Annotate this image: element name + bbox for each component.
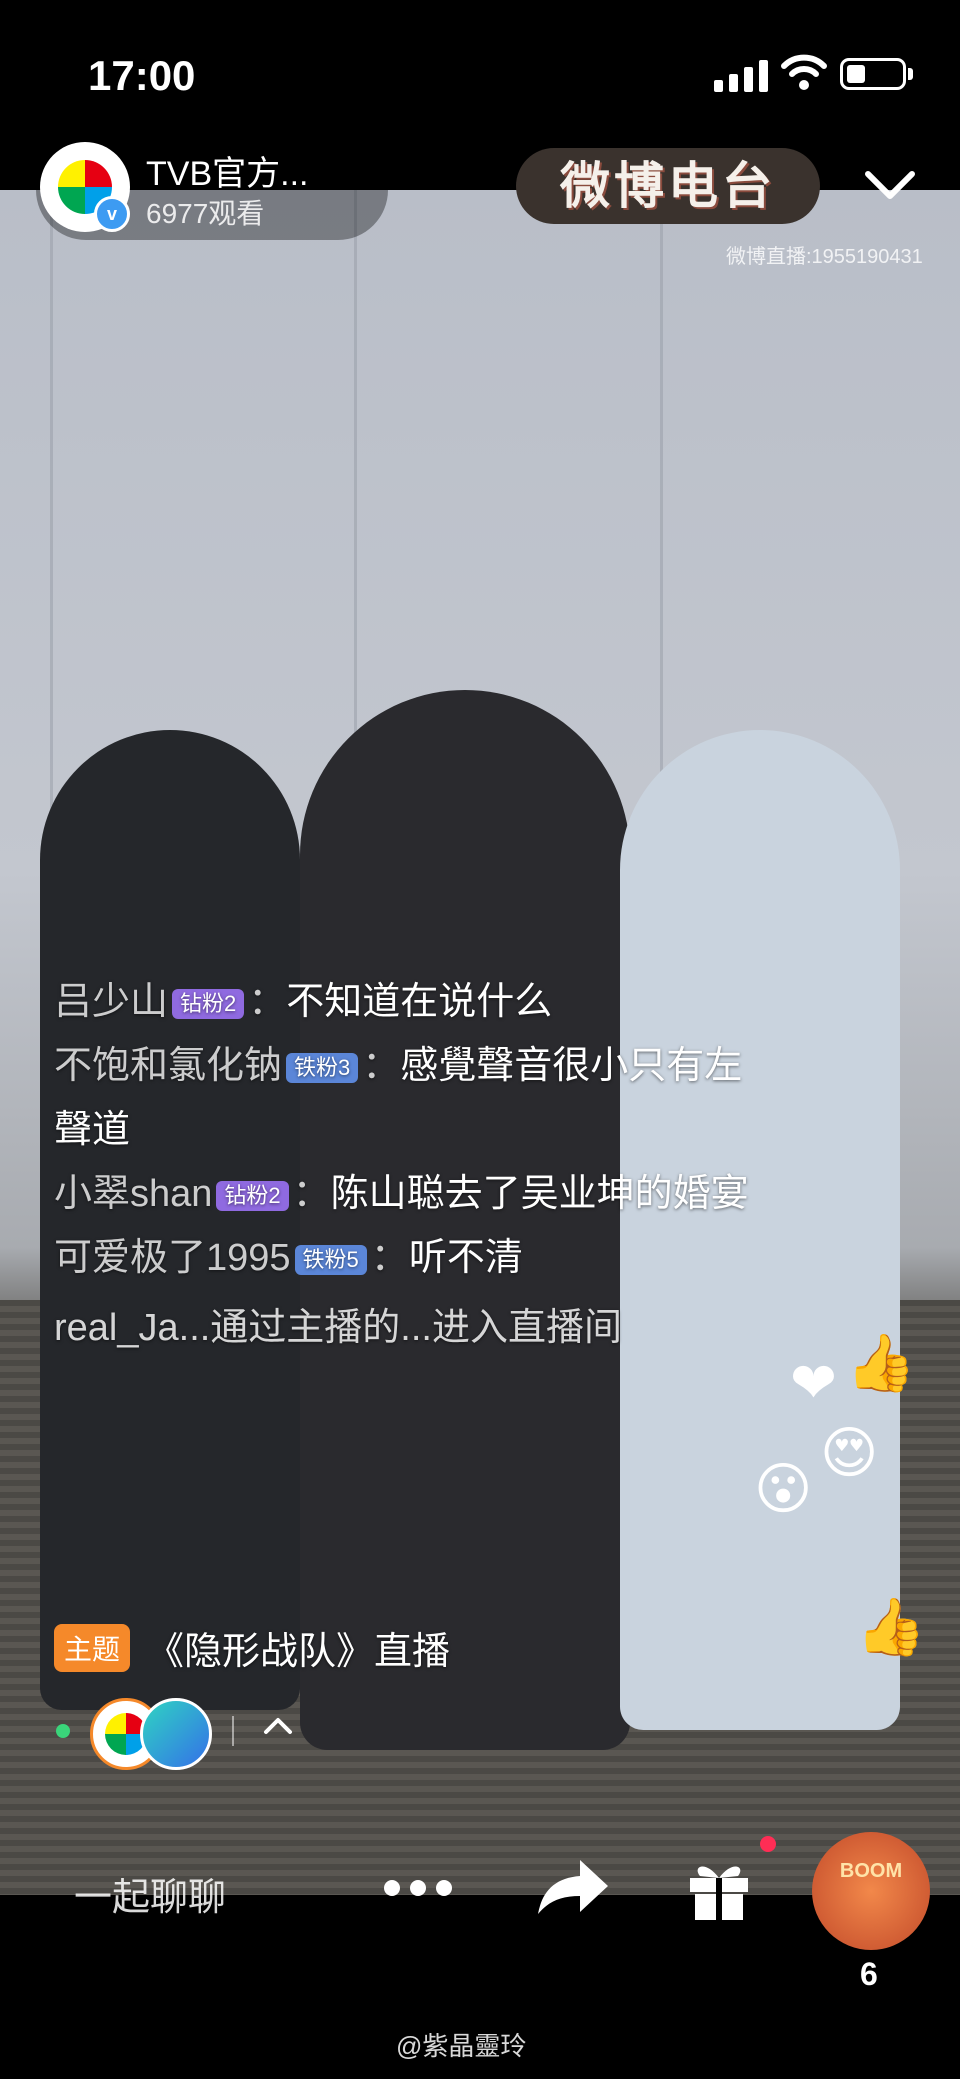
fan-badge: 铁粉5 xyxy=(294,1244,367,1275)
system-message: real_Ja...通过主播的...进入直播间 xyxy=(54,1307,622,1349)
comment-item: 可爱极了1995 铁粉5 ：听不清 xyxy=(54,1237,523,1279)
cellular-signal-icon xyxy=(714,58,768,92)
battery-icon xyxy=(840,58,906,90)
comment-username[interactable]: 小翠shan xyxy=(54,1173,212,1215)
comment-item: 不饱和氯化钠 铁粉3 ：感覺聲音很小只有左聲道 xyxy=(54,1045,743,1151)
online-indicator xyxy=(56,1724,70,1738)
comment-item: 吕少山 钻粉2 ：不知道在说什么 xyxy=(54,981,553,1023)
comment-username[interactable]: 吕少山 xyxy=(54,981,168,1023)
clock: 17:00 xyxy=(88,52,196,99)
boom-label: BOOM xyxy=(839,1860,903,1882)
weibo-radio-logo: 微博电台 xyxy=(516,148,820,224)
comment-text: 陈山聪去了吴业坤的婚宴 xyxy=(330,1173,749,1215)
co-host-avatar[interactable] xyxy=(140,1698,212,1770)
divider xyxy=(232,1716,234,1746)
heart-eyes-icon: 😍 xyxy=(820,1421,879,1484)
topic-title[interactable]: 《隐形战队》直播 xyxy=(146,1620,450,1675)
thumbs-up-icon: 👍 xyxy=(846,1331,916,1394)
share-icon[interactable] xyxy=(536,1856,610,1916)
fan-badge: 钻粉2 xyxy=(216,1180,289,1211)
fan-badge: 钻粉2 xyxy=(172,988,245,1019)
comment-username[interactable]: 可爱极了1995 xyxy=(54,1237,291,1279)
wifi-icon xyxy=(781,54,827,90)
chevron-up-icon[interactable] xyxy=(262,1710,294,1742)
room-id: 微博直播:1955190431 xyxy=(726,246,923,268)
topic-row[interactable]: 主题 《隐形战队》直播 xyxy=(54,1620,450,1675)
more-icon[interactable] xyxy=(384,1880,452,1896)
boom-gift-icon[interactable] xyxy=(812,1832,930,1950)
chevron-down-icon[interactable] xyxy=(862,160,918,210)
heart-icon: ❤ xyxy=(790,1351,837,1414)
host-name[interactable]: TVB官方... xyxy=(146,146,308,195)
watermark: @紫晶靈玲 xyxy=(396,2031,527,2061)
comment-item: 小翠shan 钻粉2 ：陈山聪去了吴业坤的婚宴 xyxy=(54,1173,749,1215)
status-bar: 17:00 xyxy=(0,0,960,150)
topic-tag: 主题 xyxy=(54,1623,131,1672)
thumbs-up-icon: 👍 xyxy=(856,1595,926,1658)
chat-input[interactable]: 一起聊聊 xyxy=(74,1866,226,1921)
notification-dot xyxy=(760,1836,776,1852)
gift-icon[interactable] xyxy=(686,1856,752,1922)
surprised-face-icon: 😮 xyxy=(754,1457,813,1520)
battery-tip xyxy=(908,68,913,80)
fan-badge: 铁粉3 xyxy=(286,1052,359,1083)
verified-icon: v xyxy=(94,196,130,232)
viewer-count: 6977观看 xyxy=(146,198,265,229)
comment-text: 不知道在说什么 xyxy=(286,981,553,1023)
comment-list[interactable]: 吕少山 钻粉2 ：不知道在说什么 不饱和氯化钠 铁粉3 ：感覺聲音很小只有左聲道 小翠s… xyxy=(54,970,754,1360)
comment-username[interactable]: 不饱和氯化钠 xyxy=(54,1045,282,1087)
boom-count: 6 xyxy=(860,1956,878,1992)
comment-text: 听不清 xyxy=(408,1237,523,1279)
